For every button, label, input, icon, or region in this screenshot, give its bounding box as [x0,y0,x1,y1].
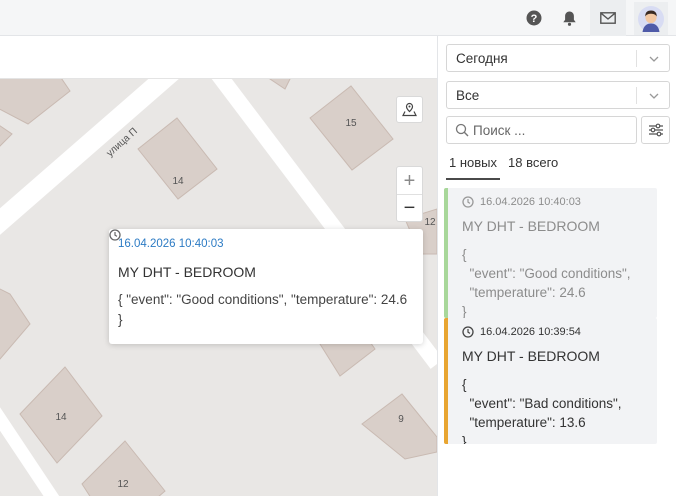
zoom-in-button[interactable]: + [397,167,422,194]
event-card[interactable]: 16.04.2026 10:39:54 MY DHT - BEDROOM { "… [444,318,657,444]
tab-new[interactable]: 1 новых [446,154,501,180]
map-building [361,393,437,460]
building-label: 14 [172,176,184,187]
search-field [446,116,637,144]
search-input[interactable] [473,121,631,140]
clock-icon [462,196,474,208]
building-label: 14 [55,412,67,423]
top-bar: ? [0,0,676,36]
event-title: MY DHT - BEDROOM [462,348,600,364]
event-timestamp-row: 16.04.2026 10:39:54 [462,326,647,338]
date-range-select[interactable]: Сегодня [446,44,670,72]
clock-icon [462,326,474,338]
map-pin-icon [402,102,417,117]
popup-title: MY DHT - BEDROOM [118,264,256,280]
device-scope-value: Все [456,88,480,103]
chevron-down-icon [649,93,659,99]
event-body: { "event": "Good conditions", "temperatu… [462,247,631,318]
event-timestamp: 16.04.2026 10:40:03 [480,196,581,208]
sliders-icon [648,123,663,137]
bell-icon[interactable] [557,6,581,30]
events-panel: Сегодня Все 1 новых 18 всего 16.04.2026 … [437,36,676,496]
event-tabs: 1 новых 18 всего [446,154,670,180]
popup-body: { "event": "Good conditions", "temperatu… [118,292,408,327]
chevron-down-icon [649,56,659,62]
map-area: улица П 14 15 12 11 14 9 12 16.04.2026 1… [0,36,437,496]
event-card[interactable]: 16.04.2026 10:40:03 MY DHT - BEDROOM { "… [444,188,657,318]
avatar[interactable] [634,2,668,35]
filter-settings-button[interactable] [641,116,670,144]
building-label: 12 [424,217,436,228]
map-header [0,36,437,79]
building-label: 15 [345,118,357,129]
map-building [269,79,291,90]
event-timestamp-row: 16.04.2026 10:40:03 [462,196,647,208]
locate-device-button[interactable] [396,96,423,123]
select-divider [636,50,637,67]
svg-text:?: ? [531,13,538,25]
event-body: { "event": "Bad conditions", "temperatur… [462,377,622,444]
map-canvas[interactable]: улица П 14 15 12 11 14 9 12 16.04.2026 1… [0,79,437,496]
map-building [0,125,13,147]
event-timestamp: 16.04.2026 10:39:54 [480,326,581,338]
search-icon [455,123,469,137]
building-label: 12 [117,479,129,490]
zoom-controls: + − [396,166,423,222]
map-popup[interactable]: 16.04.2026 10:40:03 MY DHT - BEDROOM { "… [109,229,423,344]
help-icon[interactable]: ? [522,6,546,30]
popup-timestamp: 16.04.2026 10:40:03 [118,238,224,250]
map-building [0,79,71,125]
zoom-out-button[interactable]: − [397,194,422,221]
popup-timestamp-row: 16.04.2026 10:40:03 [109,229,414,250]
tab-all[interactable]: 18 всего [505,154,561,180]
date-range-value: Сегодня [456,51,508,66]
select-divider [636,87,637,104]
map-building [0,288,31,360]
device-scope-select[interactable]: Все [446,81,670,109]
event-title: MY DHT - BEDROOM [462,218,600,234]
building-label: 9 [398,414,404,425]
clock-icon [109,229,121,241]
mail-icon[interactable] [590,0,626,36]
